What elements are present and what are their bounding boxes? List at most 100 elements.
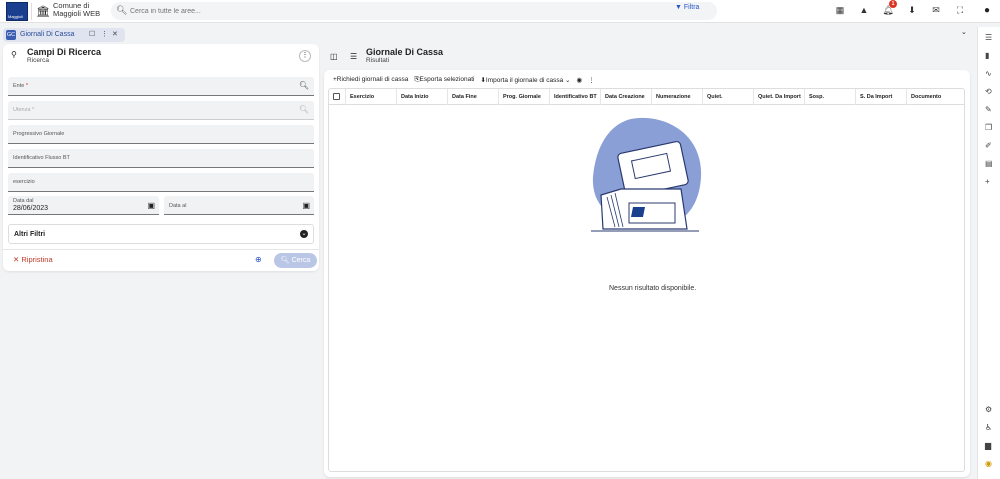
copy-icon[interactable]: ❐ — [985, 123, 992, 132]
column-header[interactable]: Sosp. — [804, 89, 855, 105]
plus-icon[interactable]: + — [985, 177, 990, 186]
user-icon[interactable]: ● — [984, 5, 990, 16]
more-icon[interactable]: ⋮ — [101, 30, 108, 38]
results-toolbar: +Richiedi giornali di cassa ⎘Esporta sel… — [333, 76, 595, 84]
advanced-search-icon[interactable]: ⊕ — [255, 255, 262, 264]
results-card: +Richiedi giornali di cassa ⎘Esporta sel… — [324, 70, 970, 477]
more-icon[interactable]: ⋮ — [588, 76, 595, 84]
history-icon[interactable]: ⟲ — [985, 87, 992, 96]
municipality-line2: Maggioli WEB — [53, 9, 101, 18]
notification-badge: 1 — [889, 0, 897, 8]
sidebar-toggle-icon[interactable]: ◫ — [330, 52, 338, 61]
chart-icon[interactable]: ∿ — [985, 69, 992, 78]
divider — [31, 3, 32, 20]
logo-mark: Maggioli — [8, 14, 23, 19]
help-icon[interactable]: ◉ — [985, 459, 992, 468]
reset-button[interactable]: ✕ Ripristina — [13, 255, 53, 264]
import-button[interactable]: ⬇Importa il giornale di cassa ⌄ — [480, 76, 570, 84]
request-label: Richiedi giornali di cassa — [336, 76, 409, 83]
search-button-label: Cerca — [291, 257, 311, 264]
results-panel: ◫ ☰ Giornale Di Cassa Risultati +Richied… — [324, 44, 972, 477]
results-table: Esercizio Data Inizio Data Fine Prog. Gi… — [328, 88, 965, 472]
calendar-icon[interactable]: ▣ — [302, 201, 310, 210]
column-header[interactable]: Data Fine — [447, 89, 498, 105]
request-button[interactable]: +Richiedi giornali di cassa — [333, 76, 408, 84]
search-icon[interactable]: 🔍︎ — [299, 81, 309, 90]
divider — [3, 249, 319, 250]
column-header[interactable]: Prog. Giornale — [498, 89, 549, 105]
panel-subtitle: Risultati — [366, 57, 390, 64]
book-icon[interactable]: ▮ — [985, 51, 989, 60]
search-button[interactable]: 🔍︎ Cerca — [274, 253, 317, 268]
ente-label: Ente * — [13, 83, 28, 89]
chat-icon[interactable]: ▆ — [985, 441, 991, 450]
tab-giornali-di-cassa[interactable]: GC Giornali Di Cassa ☐ ⋮ ✕ — [3, 28, 125, 42]
search-input[interactable] — [130, 5, 530, 17]
flusso-label: Identificativo Flusso BT — [13, 155, 70, 161]
date-from-label: Data dal — [13, 198, 34, 204]
column-header[interactable]: Numerazione — [651, 89, 702, 105]
date-to-label: Data al — [169, 203, 187, 209]
calendar-icon[interactable]: ▣ — [147, 201, 155, 210]
filter-button[interactable]: ▼ Filtra — [675, 4, 699, 11]
column-header[interactable]: Quiet. — [702, 89, 753, 105]
date-from-field[interactable]: Data dal 28/06/2023 ▣ — [8, 196, 159, 215]
utenza-label-text: Utenza — [13, 107, 31, 113]
esercizio-field[interactable]: esercizio — [8, 173, 314, 192]
accessibility-icon[interactable]: ♿︎ — [985, 423, 992, 432]
search-fields-icon: ⚲ — [11, 50, 17, 59]
select-all-checkbox[interactable] — [329, 89, 345, 105]
flusso-field[interactable]: Identificativo Flusso BT — [8, 149, 314, 168]
document-icon[interactable]: ▤ — [985, 159, 993, 168]
progressivo-field[interactable]: Progressivo Giornale — [8, 125, 314, 144]
ente-field[interactable]: Ente * 🔍︎ — [8, 77, 314, 96]
empty-state-illustration — [591, 117, 702, 232]
export-button[interactable]: ⎘Esporta selezionati — [414, 76, 474, 84]
pin-icon[interactable]: ☐ — [89, 30, 95, 38]
panel-menu-button[interactable]: ⋮ — [299, 50, 311, 62]
progressivo-label: Progressivo Giornale — [13, 131, 65, 137]
panel-subtitle: Ricerca — [27, 57, 50, 64]
table-header: Esercizio Data Inizio Data Fine Prog. Gi… — [329, 89, 964, 105]
other-filters-toggle[interactable]: Altri Filtri ⌄ — [8, 224, 314, 244]
checkbox-box — [333, 93, 340, 100]
search-icon: 🔍︎ — [116, 5, 128, 15]
building-icon[interactable]: 🏛 — [36, 5, 50, 18]
export-label: Esporta selezionati — [419, 76, 475, 83]
empty-message: Nessun risultato disponibile. — [609, 285, 697, 292]
tool-icon[interactable]: ✎ — [985, 105, 992, 114]
app-logo: Maggioli — [6, 2, 28, 21]
close-icon[interactable]: ✕ — [112, 30, 118, 38]
edit-icon[interactable]: ✐ — [985, 141, 992, 150]
download-icon[interactable]: ⬇ — [906, 5, 918, 16]
global-search[interactable]: 🔍︎ — [111, 2, 717, 20]
top-actions: ▦ ▲ 🔔︎ 1 ⬇ ✉ ⛶ — [834, 0, 966, 16]
bell-icon[interactable]: 🔔︎ 1 — [882, 0, 897, 16]
column-header[interactable]: Data Creazione — [600, 89, 651, 105]
list-icon: ☰ — [350, 52, 358, 61]
illustration-doc-mark — [631, 207, 645, 217]
filter-label: Filtra — [683, 4, 700, 11]
right-sidebar: ☰ ▮ ∿ ⟲ ✎ ❐ ✐ ▤ + ⚙ ♿︎ ▆ ◉ — [977, 27, 1000, 479]
column-header[interactable]: Identificativo BT — [549, 89, 600, 105]
list-icon[interactable]: ☰ — [985, 33, 992, 42]
column-header[interactable]: Esercizio — [345, 89, 396, 105]
esercizio-label: esercizio — [13, 179, 35, 185]
column-header[interactable]: Data Inizio — [396, 89, 447, 105]
settings-icon[interactable]: ⚙ — [985, 405, 992, 414]
date-to-field[interactable]: Data al ▣ — [164, 196, 314, 215]
mail-icon[interactable]: ✉ — [930, 5, 942, 16]
dashboard-icon[interactable]: ▦ — [834, 5, 846, 16]
tab-label: Giornali Di Cassa — [20, 31, 75, 38]
column-header[interactable]: Quiet. Da Import — [753, 89, 804, 105]
chevron-down-icon[interactable]: ⌄ — [961, 28, 967, 36]
municipality-selector[interactable]: Comune di Maggioli WEB — [53, 2, 100, 18]
warning-icon[interactable]: ▲ — [858, 5, 870, 16]
reset-label: Ripristina — [21, 255, 53, 264]
fullscreen-icon[interactable]: ⛶ — [954, 5, 966, 16]
column-header[interactable]: S. Da Import — [855, 89, 906, 105]
column-header[interactable]: Documento — [906, 89, 960, 105]
utenza-label: Utenza * — [13, 107, 35, 113]
eye-icon[interactable]: ◉ — [577, 76, 583, 84]
tab-bar: GC Giornali Di Cassa ☐ ⋮ ✕ — [0, 27, 975, 43]
